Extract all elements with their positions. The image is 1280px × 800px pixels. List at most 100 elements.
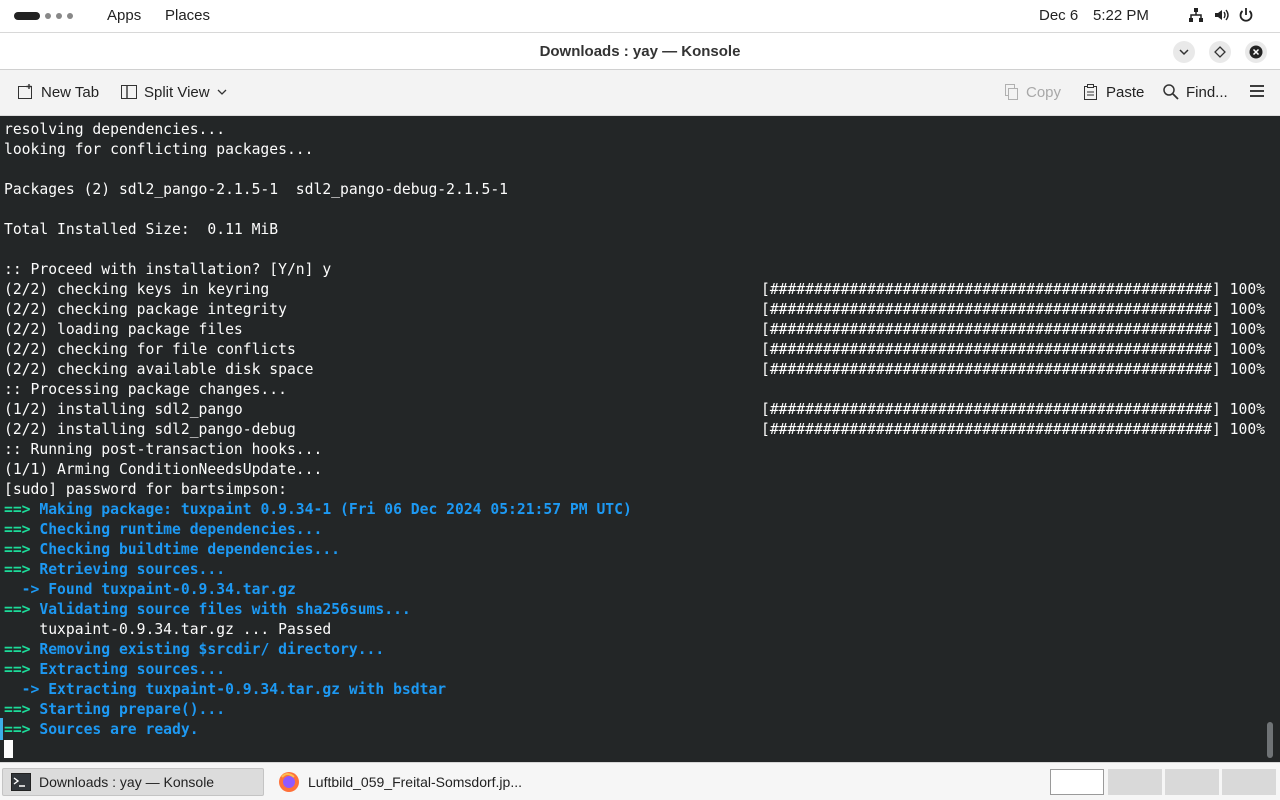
terminal-line: (2/2) checking keys in keyring [#########… [4, 280, 1266, 300]
progress-bar-text: [#######################################… [761, 281, 1266, 298]
line-text: (1/1) Arming ConditionNeedsUpdate... [4, 461, 323, 478]
window-title: Downloads : yay — Konsole [539, 43, 741, 60]
progress-bar-text: [#######################################… [761, 421, 1266, 438]
workspace-1[interactable] [1050, 769, 1104, 795]
line-text: looking for conflicting packages... [4, 141, 314, 158]
terminal-line: (1/2) installing sdl2_pango [############… [4, 400, 1266, 420]
build-message: Sources are ready. [30, 721, 199, 738]
minimize-button[interactable] [1173, 41, 1195, 63]
terminal-line: ==> Making package: tuxpaint 0.9.34-1 (F… [4, 500, 1262, 520]
terminal-line: :: Processing package changes... [4, 380, 1262, 400]
split-view-icon [121, 85, 137, 99]
line-text: resolving dependencies... [4, 121, 226, 138]
power-icon[interactable] [1238, 6, 1254, 24]
terminal-line: :: Proceed with installation? [Y/n] y [4, 260, 1262, 280]
terminal-line: ==> Sources are ready. [4, 720, 1262, 740]
build-message: Retrieving sources... [30, 561, 226, 578]
close-icon [1249, 45, 1263, 59]
arrow-prefix: ==> [4, 601, 31, 618]
build-message: Removing existing $srcdir/ directory... [30, 641, 385, 658]
terminal-line: ==> Validating source files with sha256s… [4, 600, 1262, 620]
activities-indicator[interactable] [14, 11, 73, 21]
paste-label: Paste [1106, 83, 1145, 101]
workspace-dot [67, 13, 73, 19]
progress-bar-text: [#######################################… [761, 301, 1266, 318]
hamburger-menu-button[interactable] [1249, 83, 1265, 99]
volume-icon[interactable] [1213, 6, 1229, 24]
workspace-2[interactable] [1108, 769, 1162, 795]
arrow-prefix: ==> [4, 541, 31, 558]
scroll-marker [0, 718, 3, 740]
places-menu[interactable]: Places [165, 7, 210, 24]
line-text: tuxpaint-0.9.34.tar.gz ... Passed [4, 621, 332, 638]
sub-step-message: -> Extracting tuxpaint-0.9.34.tar.gz wit… [4, 681, 447, 698]
arrow-prefix: ==> [4, 721, 31, 738]
terminal-line: Packages (2) sdl2_pango-2.1.5-1 sdl2_pan… [4, 180, 1262, 200]
terminal-line: ==> Checking buildtime dependencies... [4, 540, 1262, 560]
terminal-line: :: Running post-transaction hooks... [4, 440, 1262, 460]
copy-label: Copy [1026, 83, 1062, 101]
line-text: (2/2) checking keys in keyring [4, 281, 270, 298]
workspace-4[interactable] [1222, 769, 1276, 795]
terminal-output: resolving dependencies... looking for con… [4, 120, 1266, 740]
find-label: Find... [1186, 83, 1228, 101]
line-text: Packages (2) sdl2_pango-2.1.5-1 sdl2_pan… [4, 181, 509, 198]
clock-date[interactable]: Dec 6 [1039, 7, 1078, 24]
line-text: (2/2) installing sdl2_pango-debug [4, 421, 296, 438]
network-icon[interactable] [1188, 6, 1204, 24]
terminal-line: Total Installed Size: 0.11 MiB [4, 220, 1262, 240]
split-view-label: Split View [144, 83, 210, 101]
new-tab-button[interactable]: New Tab [17, 83, 99, 101]
terminal-line: (2/2) checking for file conflicts [######… [4, 340, 1265, 360]
workspace-3[interactable] [1165, 769, 1219, 795]
chevron-down-icon [217, 89, 227, 95]
clock-time[interactable]: 5:22 PM [1093, 7, 1149, 24]
task-konsole[interactable]: Downloads : yay — Konsole [2, 768, 264, 796]
progress-bar-text: [#######################################… [761, 401, 1266, 418]
arrow-prefix: ==> [4, 661, 31, 678]
new-tab-icon [18, 84, 32, 99]
konsole-toolbar: New Tab Split View Copy Paste Find... [0, 70, 1280, 116]
terminal-line: ==> Retrieving sources... [4, 560, 1262, 580]
copy-button[interactable]: Copy [1002, 83, 1061, 101]
terminal-icon [11, 773, 31, 791]
build-message: Starting prepare()... [30, 701, 226, 718]
terminal-line: (1/1) Arming ConditionNeedsUpdate... [4, 460, 1262, 480]
search-icon [1163, 84, 1179, 100]
find-button[interactable]: Find... [1162, 83, 1228, 101]
terminal-scrollbar[interactable] [1267, 722, 1273, 758]
build-message: Making package: tuxpaint 0.9.34-1 (Fri 0… [30, 501, 632, 518]
progress-bar-text: [#######################################… [761, 321, 1266, 338]
maximize-button[interactable] [1209, 41, 1231, 63]
build-message: Checking buildtime dependencies... [30, 541, 341, 558]
chevron-down-icon [1179, 49, 1189, 56]
workspace-dot [45, 13, 51, 19]
terminal-line: resolving dependencies... [4, 120, 1262, 140]
arrow-prefix: ==> [4, 521, 31, 538]
line-text: :: Processing package changes... [4, 381, 287, 398]
line-text: (2/2) checking package integrity [4, 301, 287, 318]
task-label: Luftbild_059_Freital-Somsdorf.jp... [308, 774, 522, 790]
paste-button[interactable]: Paste [1082, 83, 1144, 101]
sub-step-message: -> Found tuxpaint-0.9.34.tar.gz [4, 581, 296, 598]
line-text: (2/2) checking for file conflicts [4, 341, 296, 358]
build-message: Extracting sources... [30, 661, 226, 678]
split-view-button[interactable]: Split View [120, 83, 228, 101]
line-text: Total Installed Size: 0.11 MiB [4, 221, 279, 238]
close-button[interactable] [1245, 41, 1267, 63]
taskbar: Downloads : yay — Konsole Luftbild_059_F… [0, 762, 1280, 800]
system-tray[interactable] [1188, 6, 1254, 24]
terminal-line: ==> Removing existing $srcdir/ directory… [4, 640, 1262, 660]
terminal-view[interactable]: resolving dependencies... looking for con… [0, 116, 1280, 762]
diamond-icon [1214, 46, 1226, 58]
arrow-prefix: ==> [4, 641, 31, 658]
task-firefox[interactable]: Luftbild_059_Freital-Somsdorf.jp... [270, 768, 550, 796]
workspace-pill [14, 12, 40, 20]
task-label: Downloads : yay — Konsole [39, 774, 215, 790]
window-titlebar[interactable]: Downloads : yay — Konsole [0, 32, 1280, 70]
apps-menu[interactable]: Apps [107, 7, 141, 24]
terminal-line: ==> Starting prepare()... [4, 700, 1262, 720]
build-message: Validating source files with sha256sums.… [30, 601, 411, 618]
